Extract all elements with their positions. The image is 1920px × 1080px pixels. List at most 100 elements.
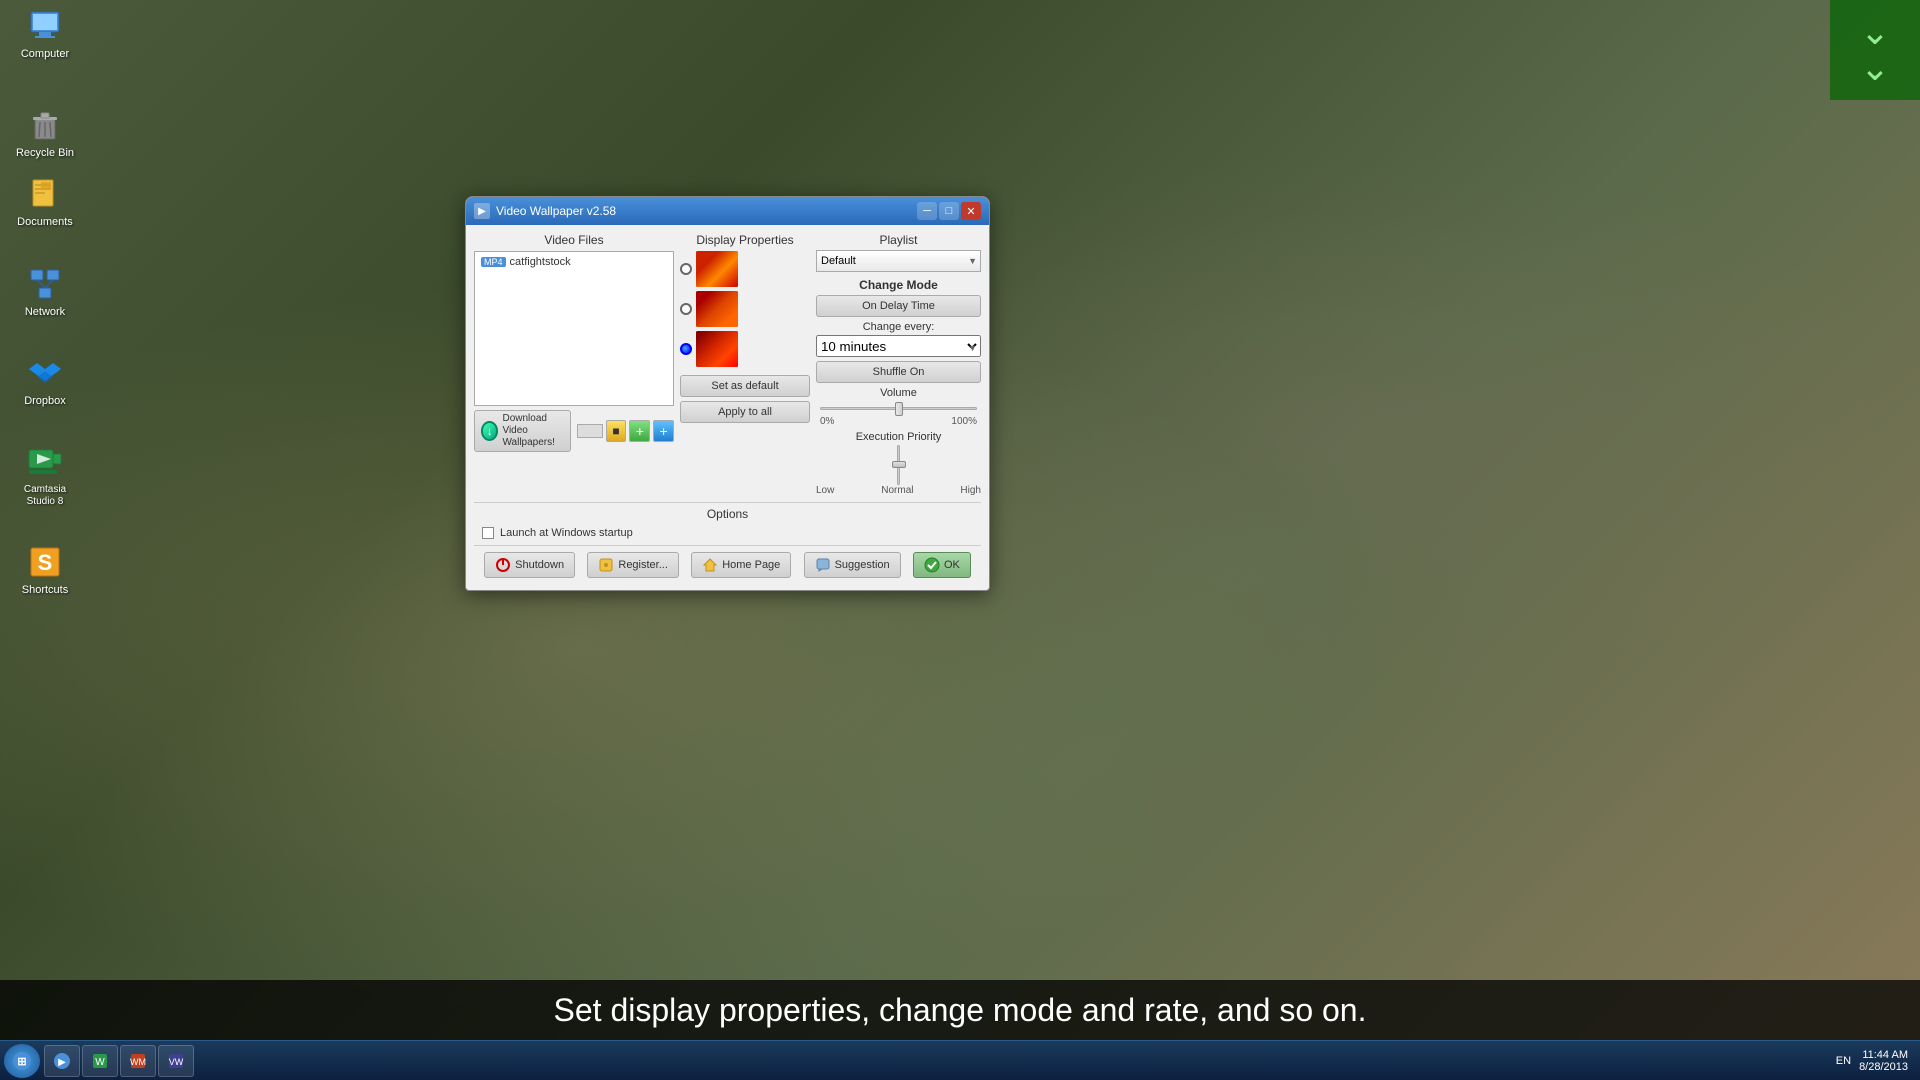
dialog-close-button[interactable]: ✕ <box>961 202 981 220</box>
taskbar-right: EN 11:44 AM 8/28/2013 <box>1828 1049 1916 1073</box>
thumb-radio-3[interactable] <box>680 343 692 355</box>
thumbnail-3 <box>696 331 738 367</box>
volume-section: Volume 0% 100% <box>816 387 981 427</box>
taskbar-icon-3: WM <box>129 1052 147 1070</box>
download-btn-text: Download VideoWallpapers! <box>502 413 563 449</box>
download-icon: ↓ <box>481 421 498 441</box>
svg-text:▶: ▶ <box>58 1057 66 1068</box>
chevron-down-icon-2: ⌄ <box>1860 50 1890 86</box>
network-icon-label: Network <box>25 306 65 319</box>
desktop-icon-shortcuts[interactable]: S Shortcuts <box>5 536 85 605</box>
priority-slider-thumb[interactable] <box>892 461 906 468</box>
video-badge: MP4 <box>481 257 506 267</box>
toolbar-green-btn[interactable]: + <box>629 420 650 442</box>
display-properties-header: Display Properties <box>680 233 810 247</box>
home-page-button[interactable]: Home Page <box>691 552 791 578</box>
apply-to-all-button[interactable]: Apply to all <box>680 401 810 423</box>
options-section: Options Launch at Windows startup <box>474 502 981 541</box>
shutdown-button[interactable]: Shutdown <box>484 552 575 578</box>
taskbar: ⊞ ▶ W WM <box>0 1040 1920 1080</box>
desktop-icon-computer[interactable]: Computer <box>5 0 85 69</box>
taskbar-items: ▶ W WM VW <box>44 1045 1828 1077</box>
computer-icon-label: Computer <box>21 48 69 61</box>
launch-startup-checkbox[interactable] <box>482 527 494 539</box>
desktop-icon-network[interactable]: Network <box>5 258 85 327</box>
taskbar-icon-1: ▶ <box>53 1052 71 1070</box>
subtitle-bar: Set display properties, change mode and … <box>0 980 1920 1040</box>
ok-label: OK <box>944 559 960 571</box>
desktop-icon-documents[interactable]: Documents <box>5 168 85 237</box>
video-list-item[interactable]: MP4 catfightstock <box>477 254 671 270</box>
interval-select[interactable]: 1 minute 5 minutes 10 minutes 30 minutes… <box>816 335 981 357</box>
playlist-select-wrapper: Default Playlist 1 Playlist 2 <box>816 250 981 272</box>
thumbnail-1 <box>696 251 738 287</box>
dialog-titlebar: ▶ Video Wallpaper v2.58 ─ □ ✕ <box>466 197 989 225</box>
change-every-label: Change every: <box>816 321 981 333</box>
dialog-columns: Video Files MP4 catfightstock ↓ Download… <box>474 233 981 498</box>
progress-bar <box>577 424 603 438</box>
desktop-icon-list: Computer Recycle Bin Docu <box>0 0 90 605</box>
desktop-icon-recycle-bin[interactable]: Recycle Bin <box>5 99 85 168</box>
register-button[interactable]: Register... <box>587 552 679 578</box>
home-icon <box>702 557 718 573</box>
thumbnail-row-3[interactable] <box>680 331 810 367</box>
download-video-button[interactable]: ↓ Download VideoWallpapers! <box>474 410 571 452</box>
svg-text:VW: VW <box>169 1057 184 1067</box>
thumb-radio-1[interactable] <box>680 263 692 275</box>
video-files-header: Video Files <box>474 233 674 247</box>
execution-priority-header: Execution Priority <box>816 431 981 443</box>
taskbar-item-2[interactable]: W <box>82 1045 118 1077</box>
thumbnail-row-1[interactable] <box>680 251 810 287</box>
recycle-bin-icon <box>27 107 63 143</box>
options-header: Options <box>474 507 981 521</box>
desktop-icon-camtasia[interactable]: CamtasiaStudio 8 <box>5 436 85 516</box>
playlist-select[interactable]: Default Playlist 1 Playlist 2 <box>816 250 981 272</box>
launch-startup-label: Launch at Windows startup <box>500 527 633 539</box>
video-list-toolbar: ↓ Download VideoWallpapers! ■ + + <box>474 410 674 452</box>
thumbnail-list <box>680 251 810 367</box>
dialog-app-icon: ▶ <box>474 203 490 219</box>
network-icon <box>27 266 63 302</box>
dialog-minimize-button[interactable]: ─ <box>917 202 937 220</box>
priority-slider-track <box>897 445 900 485</box>
camtasia-icon <box>27 444 63 480</box>
thumbnail-2 <box>696 291 738 327</box>
on-delay-time-button[interactable]: On Delay Time <box>816 295 981 317</box>
ok-icon <box>924 557 940 573</box>
register-label: Register... <box>618 559 668 571</box>
taskbar-item-3[interactable]: WM <box>120 1045 156 1077</box>
priority-low-label: Low <box>816 485 834 496</box>
taskbar-start-button[interactable]: ⊞ <box>4 1044 40 1078</box>
set-as-default-button[interactable]: Set as default <box>680 375 810 397</box>
documents-icon <box>27 176 63 212</box>
toolbar-yellow-btn[interactable]: ■ <box>606 420 627 442</box>
volume-slider-container: 0% 100% <box>816 401 981 427</box>
video-filename: catfightstock <box>510 256 571 268</box>
ok-button[interactable]: OK <box>913 552 971 578</box>
thumb-radio-2[interactable] <box>680 303 692 315</box>
shuffle-button[interactable]: Shuffle On <box>816 361 981 383</box>
action-buttons: Set as default Apply to all <box>680 375 810 423</box>
dialog-body: Video Files MP4 catfightstock ↓ Download… <box>466 225 989 590</box>
thumbnail-row-2[interactable] <box>680 291 810 327</box>
svg-text:S: S <box>38 550 53 575</box>
priority-normal-label: Normal <box>881 485 913 496</box>
subtitle-text: Set display properties, change mode and … <box>554 992 1367 1029</box>
shortcuts-icon-label: Shortcuts <box>22 584 68 597</box>
dropbox-icon-label: Dropbox <box>24 395 66 408</box>
taskbar-icon-2: W <box>91 1052 109 1070</box>
video-wallpaper-dialog: ▶ Video Wallpaper v2.58 ─ □ ✕ Video File… <box>465 196 990 591</box>
language-indicator: EN <box>1836 1055 1851 1067</box>
svg-text:W: W <box>95 1057 105 1068</box>
svg-text:⊞: ⊞ <box>17 1056 26 1068</box>
suggestion-button[interactable]: Suggestion <box>804 552 901 578</box>
desktop-icon-dropbox[interactable]: Dropbox <box>5 347 85 416</box>
toolbar-blue-btn[interactable]: + <box>653 420 674 442</box>
top-right-widget[interactable]: ⌄ ⌄ <box>1830 0 1920 100</box>
video-list-area[interactable]: MP4 catfightstock <box>474 251 674 406</box>
volume-slider-thumb[interactable] <box>895 402 903 416</box>
priority-slider-container: Low Normal High <box>816 445 981 496</box>
taskbar-item-4[interactable]: VW <box>158 1045 194 1077</box>
taskbar-item-1[interactable]: ▶ <box>44 1045 80 1077</box>
dialog-maximize-button[interactable]: □ <box>939 202 959 220</box>
